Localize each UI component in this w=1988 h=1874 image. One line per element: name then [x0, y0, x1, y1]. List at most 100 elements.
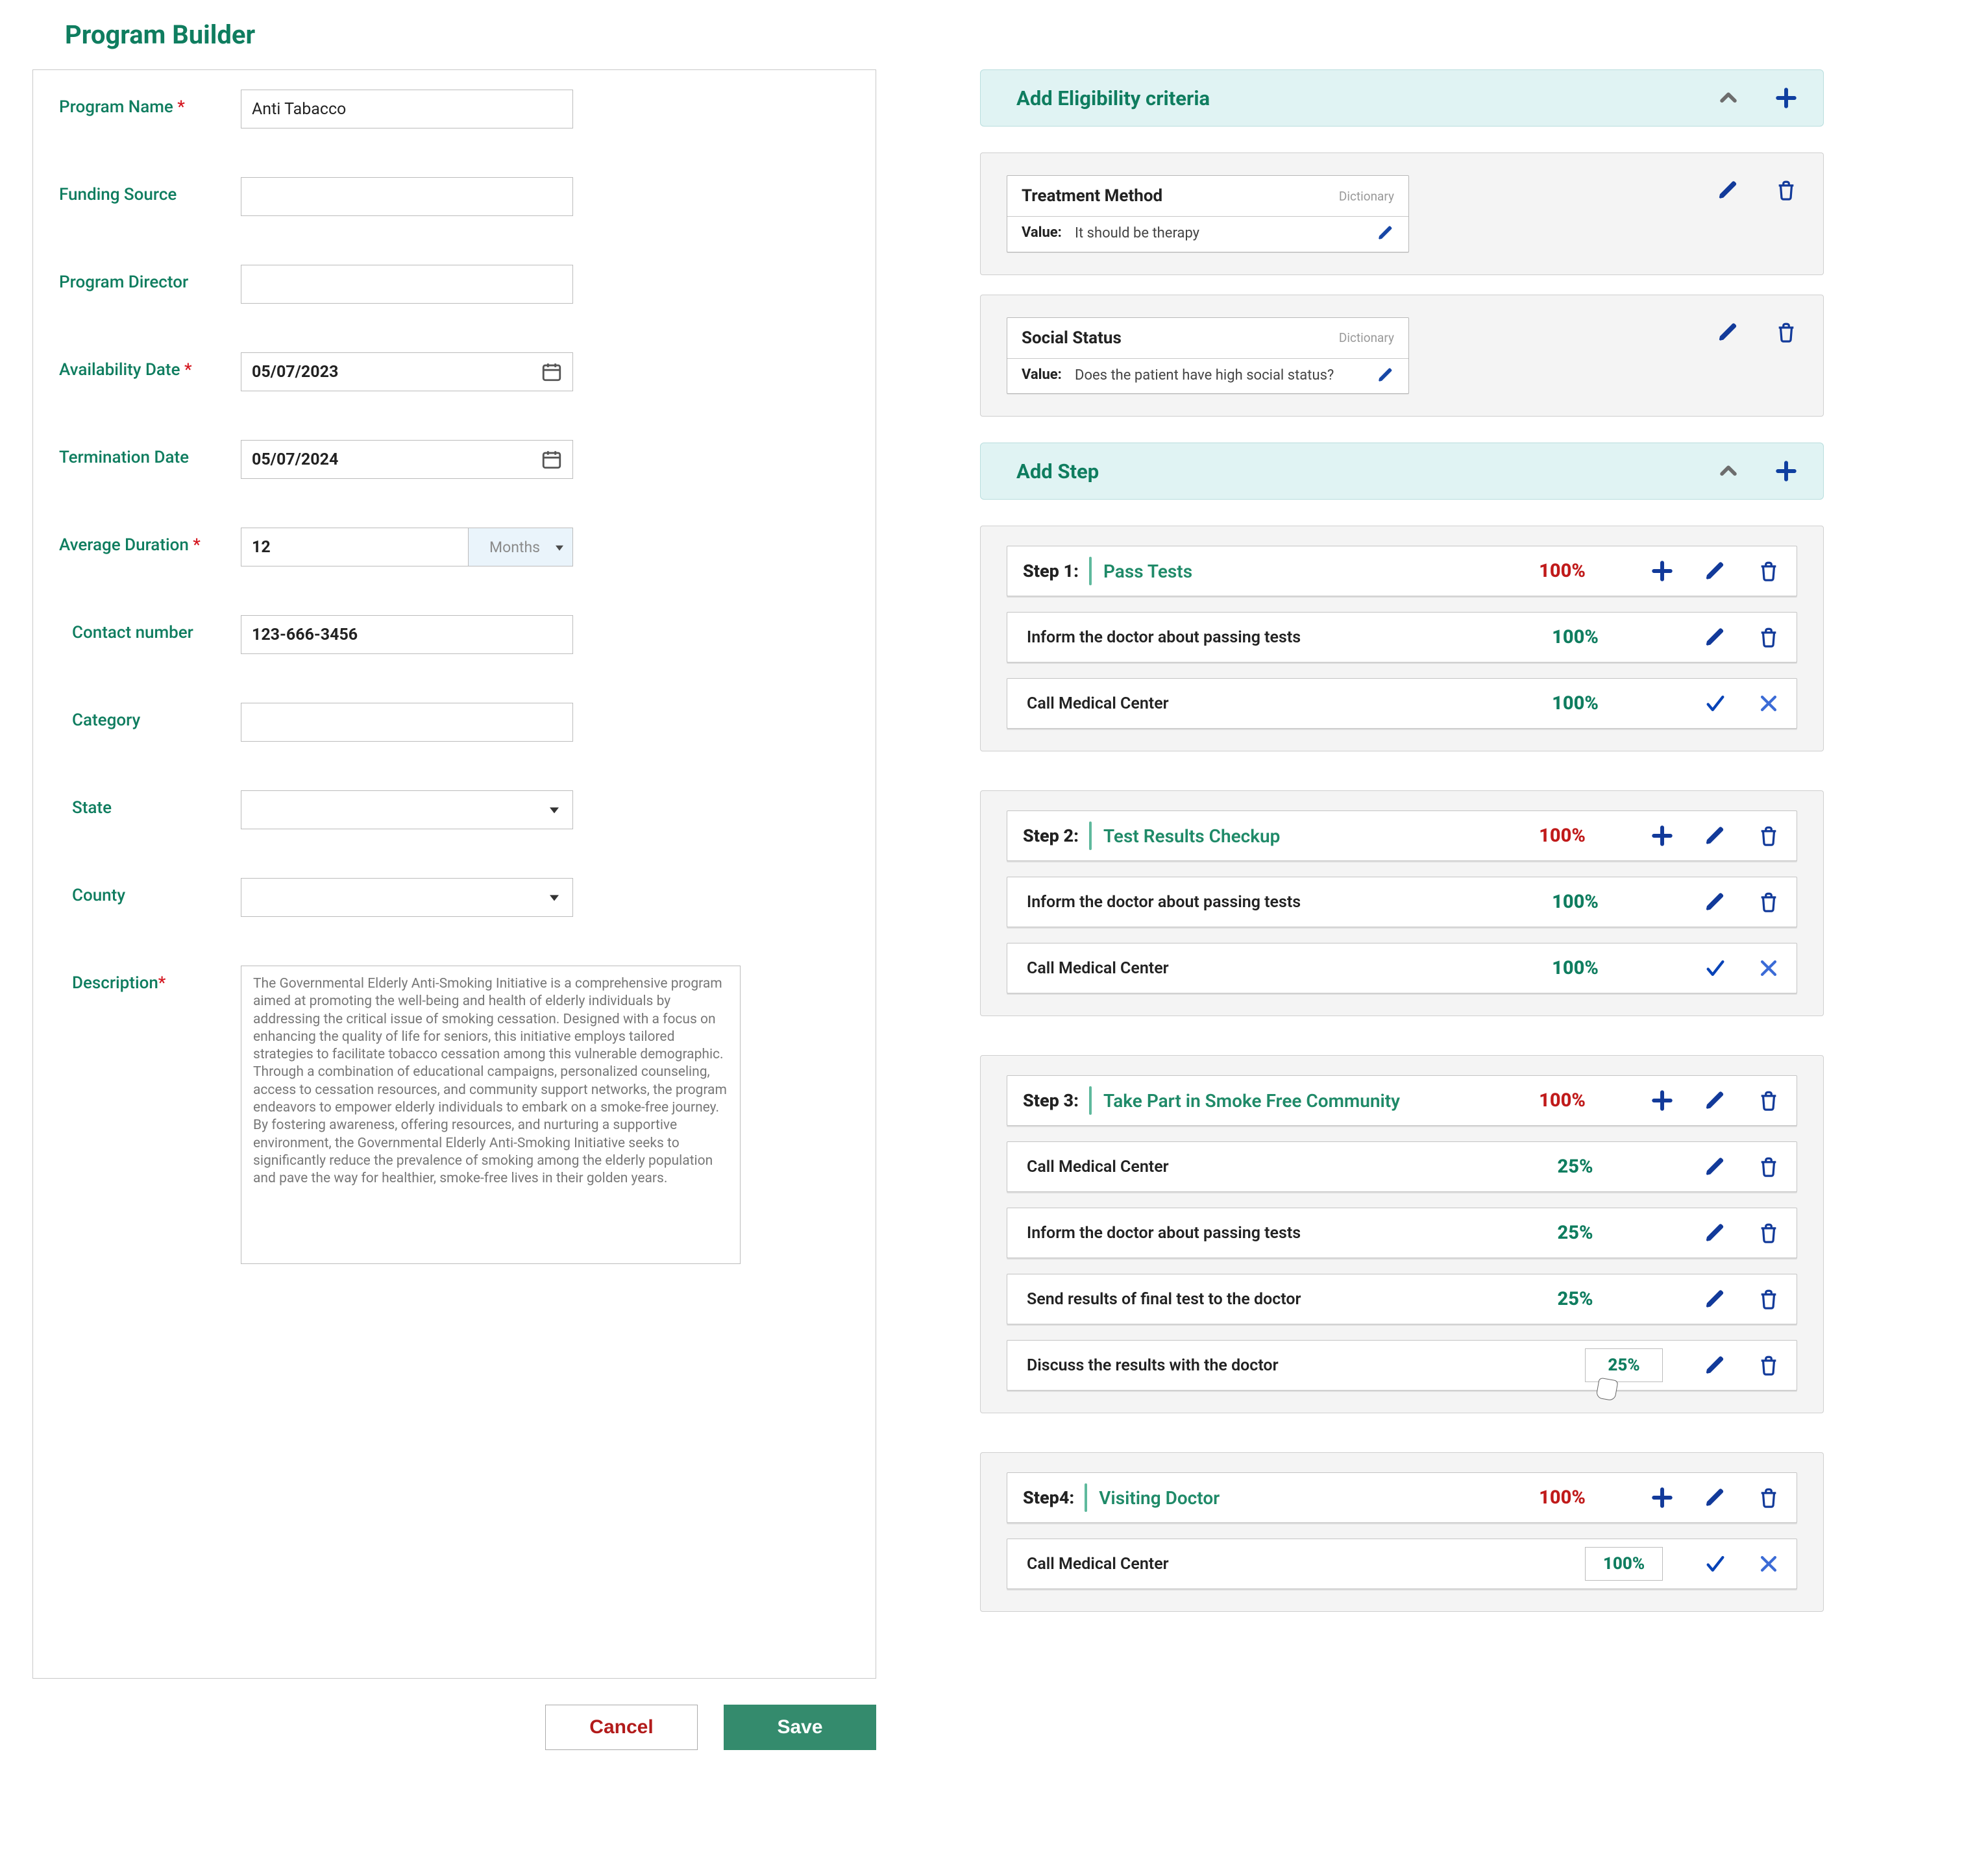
substep-name: Call Medical Center: [1027, 959, 1533, 978]
step-percent: 100%: [1520, 1089, 1604, 1112]
description-textarea[interactable]: [241, 966, 741, 1264]
trash-icon[interactable]: [1758, 1222, 1780, 1244]
calendar-icon[interactable]: [541, 448, 563, 470]
plus-icon[interactable]: [1651, 560, 1673, 582]
close-icon[interactable]: [1758, 957, 1780, 979]
collapse-icon[interactable]: [1717, 87, 1739, 109]
plus-icon[interactable]: [1651, 825, 1673, 847]
substep-percent: 25%: [1533, 1222, 1617, 1244]
substep-row: Call Medical Center 25%: [1007, 1141, 1797, 1192]
step-header: Step 2: Test Results Checkup 100%: [1007, 810, 1797, 861]
pencil-icon[interactable]: [1704, 560, 1726, 582]
close-icon[interactable]: [1758, 692, 1780, 714]
step-header: Step 3: Take Part in Smoke Free Communit…: [1007, 1075, 1797, 1126]
check-icon[interactable]: [1704, 692, 1726, 714]
divider: [1085, 1483, 1087, 1512]
trash-icon[interactable]: [1758, 560, 1780, 582]
pencil-icon[interactable]: [1704, 1487, 1726, 1509]
check-icon[interactable]: [1704, 1553, 1726, 1575]
pencil-icon[interactable]: [1704, 825, 1726, 847]
chevron-down-icon: [550, 895, 559, 901]
pencil-icon[interactable]: [1377, 225, 1394, 241]
pencil-icon[interactable]: [1704, 1288, 1726, 1310]
plus-icon[interactable]: [1651, 1487, 1673, 1509]
category-input[interactable]: [241, 703, 573, 742]
label-termination-date: Termination Date: [59, 440, 241, 467]
funding-source-input[interactable]: [241, 177, 573, 216]
program-name-input[interactable]: [241, 90, 573, 128]
availability-date-input[interactable]: [241, 352, 573, 391]
substep-percent: 25%: [1533, 1156, 1617, 1178]
plus-icon[interactable]: [1651, 1089, 1673, 1112]
pencil-icon[interactable]: [1704, 626, 1726, 648]
pencil-icon[interactable]: [1704, 1089, 1726, 1112]
trash-icon[interactable]: [1758, 825, 1780, 847]
program-director-input[interactable]: [241, 265, 573, 304]
criteria-card: Treatment Method Dictionary Value: It sh…: [1007, 175, 1409, 252]
label-availability-date: Availability Date *: [59, 352, 241, 380]
label-category: Category: [59, 703, 241, 730]
pencil-icon[interactable]: [1704, 891, 1726, 913]
trash-icon[interactable]: [1758, 1288, 1780, 1310]
step-label: Step 3:: [1023, 1090, 1079, 1111]
trash-icon[interactable]: [1758, 1354, 1780, 1376]
eligibility-title: Add Eligibility criteria: [1016, 86, 1717, 110]
label-contact-number: Contact number: [59, 615, 241, 642]
contact-number-input[interactable]: [241, 615, 573, 654]
pencil-icon[interactable]: [1704, 1354, 1726, 1376]
pencil-icon[interactable]: [1377, 367, 1394, 383]
label-county: County: [59, 878, 241, 905]
step-name: Take Part in Smoke Free Community: [1103, 1090, 1520, 1112]
criteria-tag: Dictionary: [1339, 330, 1394, 345]
trash-icon[interactable]: [1758, 1089, 1780, 1112]
pencil-icon[interactable]: [1717, 321, 1739, 343]
substep-row: Inform the doctor about passing tests 25…: [1007, 1208, 1797, 1258]
close-icon[interactable]: [1758, 1553, 1780, 1575]
substep-name: Send results of final test to the doctor: [1027, 1290, 1533, 1309]
trash-icon[interactable]: [1758, 1156, 1780, 1178]
label-description: Description*: [59, 966, 241, 993]
pencil-icon[interactable]: [1704, 1222, 1726, 1244]
check-icon[interactable]: [1704, 957, 1726, 979]
substep-percent-input[interactable]: 100%: [1585, 1547, 1663, 1581]
criteria-tag: Dictionary: [1339, 189, 1394, 204]
termination-date-input[interactable]: [241, 440, 573, 479]
pencil-icon[interactable]: [1704, 1156, 1726, 1178]
substep-percent: 25%: [1533, 1288, 1617, 1310]
label-funding-source: Funding Source: [59, 177, 241, 204]
cancel-button[interactable]: Cancel: [545, 1705, 698, 1750]
save-button[interactable]: Save: [724, 1705, 876, 1750]
trash-icon[interactable]: [1758, 626, 1780, 648]
avg-duration-unit-label: Months: [489, 539, 540, 556]
step-percent: 100%: [1520, 1487, 1604, 1509]
substep-name: Inform the doctor about passing tests: [1027, 893, 1533, 912]
avg-duration-input[interactable]: [241, 528, 468, 566]
criteria-title: Treatment Method: [1022, 186, 1339, 206]
avg-duration-unit-select[interactable]: Months: [468, 528, 573, 566]
trash-icon[interactable]: [1758, 891, 1780, 913]
steps-section-header: Add Step: [980, 443, 1824, 500]
substep-percent: 100%: [1533, 692, 1617, 714]
add-eligibility-button[interactable]: [1775, 87, 1797, 109]
substep-row: Inform the doctor about passing tests 10…: [1007, 612, 1797, 663]
pencil-icon[interactable]: [1717, 179, 1739, 201]
step-name: Test Results Checkup: [1103, 825, 1520, 847]
chevron-down-icon: [550, 807, 559, 813]
substep-percent-input[interactable]: 25%: [1585, 1348, 1663, 1382]
trash-icon[interactable]: [1775, 179, 1797, 201]
add-step-button[interactable]: [1775, 460, 1797, 482]
trash-icon[interactable]: [1775, 321, 1797, 343]
criteria-block: Treatment Method Dictionary Value: It sh…: [980, 152, 1824, 275]
criteria-value-key: Value:: [1022, 225, 1068, 241]
substep-name: Inform the doctor about passing tests: [1027, 1224, 1533, 1243]
state-select[interactable]: [241, 790, 573, 829]
trash-icon[interactable]: [1758, 1487, 1780, 1509]
divider: [1089, 1086, 1092, 1115]
label-program-director: Program Director: [59, 265, 241, 292]
collapse-icon[interactable]: [1717, 460, 1739, 482]
county-select[interactable]: [241, 878, 573, 917]
divider: [1089, 557, 1092, 585]
step-label: Step 2:: [1023, 825, 1079, 846]
substep-name: Call Medical Center: [1027, 1555, 1585, 1574]
calendar-icon[interactable]: [541, 361, 563, 383]
